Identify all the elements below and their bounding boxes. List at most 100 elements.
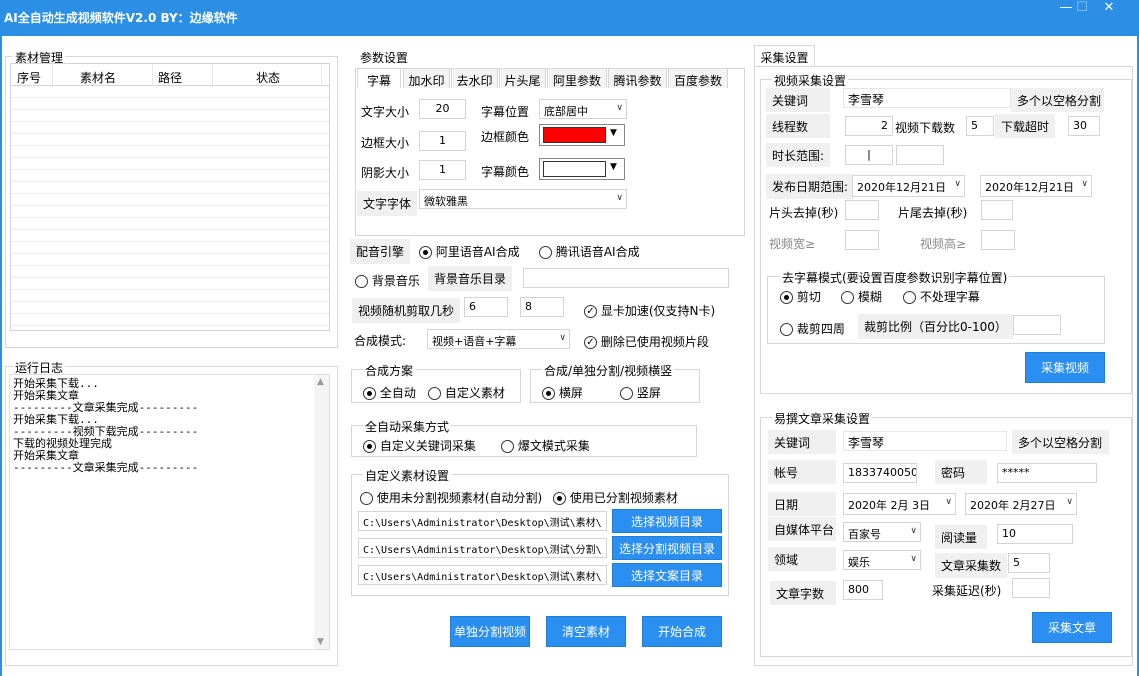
- min-height-input[interactable]: [981, 230, 1015, 250]
- date-from-picker[interactable]: 2020年12月21日 ∨: [852, 175, 965, 197]
- choose-video-dir-button[interactable]: 选择视频目录: [612, 509, 722, 533]
- collect-article-button[interactable]: 采集文章: [1032, 612, 1112, 643]
- clear-material-button[interactable]: 清空素材: [546, 616, 626, 647]
- subtitle-color-picker[interactable]: ▼: [539, 158, 625, 180]
- account-input[interactable]: 18337400500: [843, 463, 917, 483]
- log-textarea[interactable]: 开始采集下载... 开始采集文章 ---------文章采集完成--------…: [9, 374, 330, 650]
- col-status[interactable]: 状态: [256, 69, 280, 86]
- radio-icon: [539, 246, 552, 259]
- subtitle-cut-option[interactable]: 剪切: [780, 288, 821, 305]
- word-count-input[interactable]: 800: [843, 580, 883, 600]
- download-count-input[interactable]: 5: [966, 116, 994, 136]
- font-family-value: 微软雅黑: [424, 195, 468, 208]
- col-path[interactable]: 路径: [158, 69, 182, 86]
- head-cut-input[interactable]: [845, 200, 879, 220]
- collect-keyword-input[interactable]: 李雪琴: [843, 88, 1011, 108]
- bgm-dir-input[interactable]: [523, 268, 729, 288]
- shadow-size-input[interactable]: 1: [419, 160, 466, 180]
- radio-icon: [428, 387, 441, 400]
- tab-watermark-add[interactable]: 加水印: [403, 68, 450, 88]
- radio-checked-icon: [419, 246, 432, 259]
- password-input[interactable]: *****: [997, 463, 1097, 483]
- log-scrollbar[interactable]: ▲ ▼: [314, 375, 329, 649]
- min-width-input[interactable]: [845, 230, 879, 250]
- border-color-swatch: [543, 127, 606, 143]
- random-cut-min-input[interactable]: 6: [464, 297, 508, 317]
- bgm-option[interactable]: 背景音乐: [355, 272, 420, 289]
- tab-ali[interactable]: 阿里参数: [547, 68, 607, 88]
- material-table-rows: [11, 86, 329, 330]
- close-icon[interactable]: ✕: [1096, 0, 1122, 18]
- custom-material-title: 自定义素材设置: [363, 467, 452, 484]
- maximize-icon[interactable]: ☐: [1069, 0, 1095, 18]
- text-dir-input[interactable]: C:\Users\Administrator\Desktop\测试\素材\: [358, 565, 607, 585]
- subtitle-none-option[interactable]: 不处理字幕: [903, 288, 980, 305]
- hot-collect-option[interactable]: 爆文模式采集: [501, 437, 590, 454]
- split-dir-input[interactable]: C:\Users\Administrator\Desktop\测试\分割\: [358, 538, 607, 558]
- border-color-label: 边框颜色: [481, 130, 530, 144]
- field-select[interactable]: 娱乐 ∨: [843, 550, 921, 570]
- border-size-input[interactable]: 1: [419, 131, 466, 151]
- font-family-select[interactable]: 微软雅黑 ∨: [419, 189, 627, 209]
- plan-auto-option[interactable]: 全自动: [363, 384, 416, 401]
- platform-select[interactable]: 百家号 ∨: [843, 522, 921, 542]
- field-value: 娱乐: [848, 556, 870, 569]
- col-name[interactable]: 素材名: [80, 69, 116, 86]
- article-date-to-picker[interactable]: 2020年 2月27日 ∨: [965, 493, 1077, 515]
- video-dir-input[interactable]: C:\Users\Administrator\Desktop\测试\素材\: [358, 511, 607, 531]
- date-to-picker[interactable]: 2020年12月21日 ∨: [980, 175, 1092, 197]
- crop-ratio-input[interactable]: [1013, 315, 1061, 335]
- tab-baidu[interactable]: 百度参数: [668, 68, 728, 88]
- field-label: 领域: [768, 547, 836, 571]
- choose-text-dir-button[interactable]: 选择文案目录: [612, 563, 722, 587]
- hot-collect-label: 爆文模式采集: [517, 439, 590, 453]
- voice-ali-option[interactable]: 阿里语音AI合成: [419, 243, 520, 260]
- voice-tencent-option[interactable]: 腾讯语音AI合成: [539, 243, 640, 260]
- landscape-option[interactable]: 横屏: [542, 384, 583, 401]
- random-cut-max-input[interactable]: 8: [520, 297, 564, 317]
- keyword-collect-option[interactable]: 自定义关键词采集: [363, 437, 476, 454]
- word-count-label: 文章字数: [770, 581, 836, 605]
- subtitle-blur-option[interactable]: 模糊: [841, 288, 882, 305]
- scroll-up-icon[interactable]: ▲: [317, 377, 324, 387]
- material-table[interactable]: 序号 素材名 路径 状态: [10, 63, 330, 331]
- border-color-picker[interactable]: ▼: [539, 124, 625, 146]
- delay-input[interactable]: [1012, 578, 1050, 598]
- portrait-option[interactable]: 竖屏: [620, 384, 661, 401]
- col-index[interactable]: 序号: [17, 69, 41, 86]
- plan-custom-option[interactable]: 自定义素材: [428, 384, 505, 401]
- subtitle-position-select[interactable]: 底部居中 ∨: [539, 99, 627, 119]
- choose-split-dir-button[interactable]: 选择分割视频目录: [612, 536, 722, 560]
- tab-tencent[interactable]: 腾讯参数: [608, 68, 667, 88]
- article-keyword-label: 关键词: [768, 430, 836, 454]
- tab-subtitle[interactable]: 字幕: [357, 68, 401, 88]
- tab-watermark-remove[interactable]: 去水印: [451, 68, 498, 88]
- font-size-input[interactable]: 20: [419, 99, 466, 119]
- mode-select[interactable]: 视频+语音+字幕 ∨: [427, 329, 570, 349]
- threads-input[interactable]: 2: [845, 116, 893, 136]
- video-collect-title: 视频采集设置: [772, 72, 849, 89]
- subtitle-crop-option[interactable]: 裁剪四周: [780, 320, 845, 337]
- collect-video-button[interactable]: 采集视频: [1025, 352, 1105, 383]
- random-cut-label: 视频随机剪取几秒: [352, 298, 461, 323]
- gpu-accel-checkbox[interactable]: ✓ 显卡加速(仅支持N卡): [584, 302, 715, 319]
- tail-cut-input[interactable]: [981, 200, 1013, 220]
- keyword-collect-label: 自定义关键词采集: [379, 439, 476, 453]
- unsplit-option[interactable]: 使用未分割视频素材(自动分割): [360, 489, 542, 506]
- article-count-input[interactable]: 5: [1008, 553, 1050, 573]
- article-keyword-hint: 多个以空格分割: [1012, 430, 1109, 454]
- article-date-from-picker[interactable]: 2020年 2月 3日 ∨: [843, 493, 956, 515]
- duration-max-input[interactable]: [896, 145, 944, 165]
- timeout-input[interactable]: 30: [1068, 116, 1100, 136]
- delete-used-checkbox[interactable]: ✓ 删除已使用视频片段: [584, 333, 709, 350]
- tab-collect-settings[interactable]: 采集设置: [754, 45, 815, 67]
- split-option[interactable]: 使用已分割视频素材: [553, 489, 678, 506]
- reads-input[interactable]: 10: [997, 524, 1073, 544]
- split-video-button[interactable]: 单独分割视频: [450, 616, 530, 647]
- chevron-down-icon: ∨: [954, 179, 961, 189]
- scroll-down-icon[interactable]: ▼: [317, 637, 324, 647]
- tab-intro-outro[interactable]: 片头尾: [499, 68, 546, 88]
- duration-min-input[interactable]: |: [845, 145, 893, 165]
- article-keyword-input[interactable]: 李雪琴: [843, 431, 1007, 451]
- start-synthesis-button[interactable]: 开始合成: [642, 616, 722, 647]
